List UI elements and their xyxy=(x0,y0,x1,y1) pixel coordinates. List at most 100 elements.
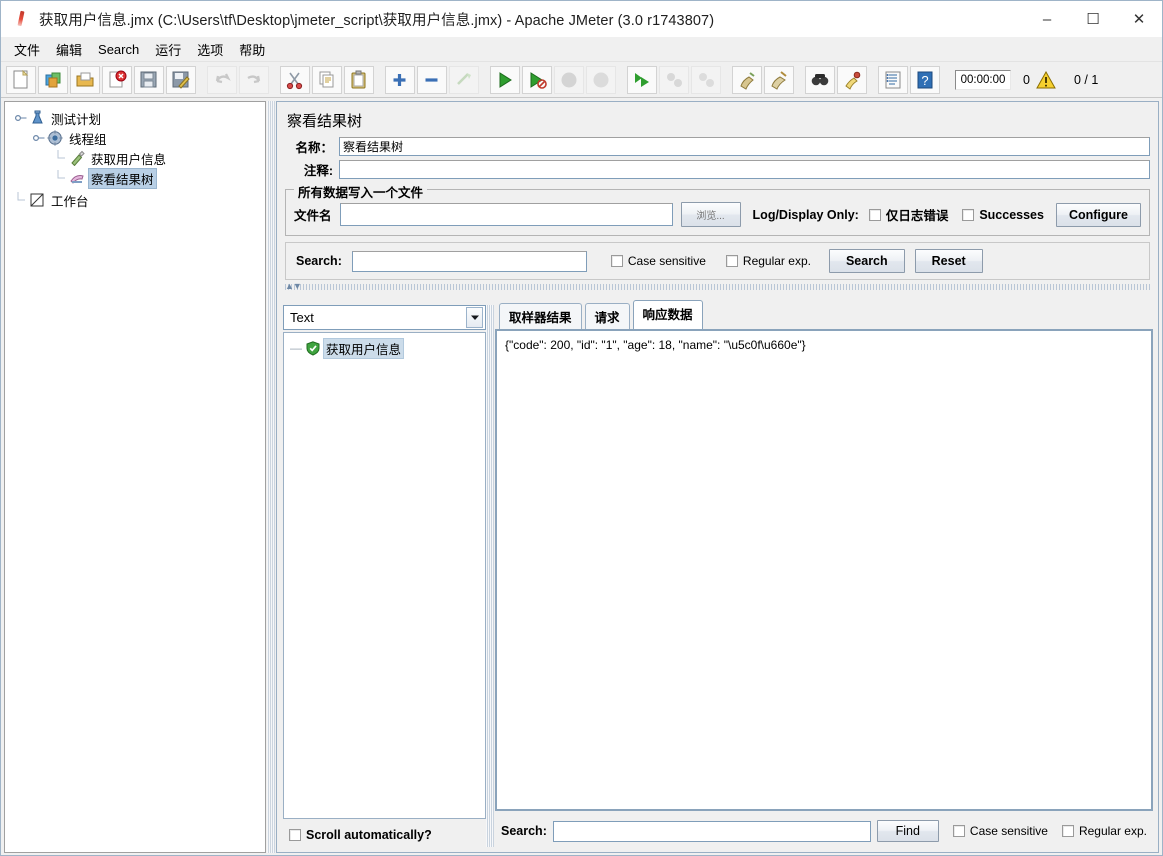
menu-file[interactable]: 文件 xyxy=(6,37,48,62)
results-search-bar: Search: Case sensitive Regular exp. Sear… xyxy=(285,242,1150,280)
tree-node-view-results-tree[interactable]: 察看结果树 xyxy=(11,167,265,189)
active-threads-count: 0 / 1 xyxy=(1073,72,1099,87)
function-helper-icon[interactable] xyxy=(878,65,908,94)
title-bar: 获取用户信息.jmx (C:\Users\tf\Desktop\jmeter_s… xyxy=(1,1,1162,37)
toggle-icon[interactable] xyxy=(449,65,479,94)
sampler-results-tree[interactable]: — 获取用户信息 xyxy=(283,332,486,819)
collapse-icon[interactable] xyxy=(417,65,447,94)
close-icon[interactable] xyxy=(102,65,132,94)
menu-run[interactable]: 运行 xyxy=(147,37,189,62)
chevron-down-icon[interactable] xyxy=(466,307,483,328)
results-vertical-splitter[interactable] xyxy=(486,305,494,847)
horizontal-splitter[interactable]: ▲▼ xyxy=(285,281,1150,291)
expand-icon[interactable] xyxy=(385,65,415,94)
filename-input[interactable] xyxy=(339,203,673,226)
cut-icon[interactable] xyxy=(280,65,310,94)
menu-help[interactable]: 帮助 xyxy=(231,37,273,62)
shutdown-icon[interactable] xyxy=(586,65,616,94)
test-plan-tree-panel[interactable]: 测试计划 线程组 获取用户信息 察看结果树 工作台 xyxy=(4,101,266,853)
tree-node-workbench[interactable]: 工作台 xyxy=(11,190,265,210)
warning-count: 0 xyxy=(1023,72,1030,87)
find-regex-checkbox[interactable] xyxy=(1061,825,1074,837)
search-icon[interactable] xyxy=(805,65,835,94)
menu-options[interactable]: 选项 xyxy=(189,37,231,62)
name-input[interactable] xyxy=(339,137,1150,156)
main-split: 测试计划 线程组 获取用户信息 察看结果树 工作台 察看结果树 名称： 察看结果… xyxy=(1,99,1162,855)
warning-triangle-icon[interactable] xyxy=(1036,70,1056,89)
open-icon[interactable] xyxy=(70,65,100,94)
renderer-select[interactable]: Text xyxy=(283,305,486,330)
clear-icon[interactable] xyxy=(732,65,762,94)
search-button[interactable]: Search xyxy=(828,249,905,273)
main-splitter[interactable] xyxy=(267,101,275,853)
clear-all-icon[interactable] xyxy=(764,65,794,94)
search-case-sensitive-checkbox[interactable] xyxy=(610,255,623,267)
scroll-automatically-checkbox[interactable] xyxy=(289,829,301,841)
browse-button[interactable]: 浏览... xyxy=(680,202,741,227)
search-case-sensitive-label: Case sensitive xyxy=(627,254,706,268)
write-results-groupbox: 所有数据写入一个文件 文件名 浏览... Log/Display Only: 仅… xyxy=(285,182,1150,236)
comment-input[interactable] xyxy=(339,160,1150,179)
tree-node-label: 测试计划 xyxy=(51,112,102,127)
find-button[interactable]: Find xyxy=(876,820,939,842)
tree-branch-icon xyxy=(57,170,65,179)
find-input[interactable] xyxy=(552,820,871,842)
comment-label: 注释: xyxy=(303,164,333,178)
find-case-sensitive-label: Case sensitive xyxy=(969,824,1048,838)
search-regex-checkbox[interactable] xyxy=(725,255,738,267)
minimize-button[interactable]: – xyxy=(1024,1,1070,37)
thread-group-icon xyxy=(47,130,63,146)
tree-node-thread-group[interactable]: 线程组 xyxy=(11,128,265,148)
reset-button[interactable]: Reset xyxy=(914,249,983,273)
templates-icon[interactable] xyxy=(38,65,68,94)
search-reset-icon[interactable] xyxy=(837,65,867,94)
success-shield-icon xyxy=(306,340,320,356)
search-regex-label: Regular exp. xyxy=(742,254,811,268)
view-results-tree-panel: 察看结果树 名称： 注释: 所有数据写入一个文件 文件名 浏览... Log/D… xyxy=(276,101,1159,853)
window-controls: – ☐ ✕ xyxy=(1024,1,1162,37)
search-input[interactable] xyxy=(351,250,587,272)
toolbar: ? 00:00:00 0 0 / 1 xyxy=(1,62,1162,98)
tree-node-http-request[interactable]: 获取用户信息 xyxy=(11,148,265,168)
find-regex-label: Regular exp. xyxy=(1078,824,1147,838)
workbench-icon xyxy=(30,193,44,207)
stop-icon[interactable] xyxy=(554,65,584,94)
test-plan-tree: 测试计划 线程组 获取用户信息 察看结果树 工作台 xyxy=(5,102,265,210)
tab-request[interactable]: 请求 xyxy=(584,303,630,330)
name-row: 名称： xyxy=(277,137,1158,158)
tree-node-label: 工作台 xyxy=(51,194,89,209)
window-title: 获取用户信息.jmx (C:\Users\tf\Desktop\jmeter_s… xyxy=(39,12,715,29)
tree-node-test-plan[interactable]: 测试计划 xyxy=(11,108,265,128)
successes-checkbox[interactable] xyxy=(962,208,975,221)
tab-response-data[interactable]: 响应数据 xyxy=(632,300,703,329)
tree-branch-icon: — xyxy=(290,341,302,355)
paste-icon[interactable] xyxy=(344,65,374,94)
response-data-view[interactable]: {"code": 200, "id": "1", "age": 18, "nam… xyxy=(495,329,1153,811)
configure-button[interactable]: Configure xyxy=(1055,202,1141,227)
shutdown-remote-icon[interactable] xyxy=(691,65,721,94)
copy-icon[interactable] xyxy=(312,65,342,94)
find-case-sensitive-checkbox[interactable] xyxy=(952,825,965,837)
close-button[interactable]: ✕ xyxy=(1116,1,1162,37)
undo-icon[interactable] xyxy=(207,65,237,94)
page-title: 察看结果树 xyxy=(277,102,1158,137)
tree-node-label: 获取用户信息 xyxy=(91,152,167,167)
start-no-pause-icon[interactable] xyxy=(522,65,552,94)
redo-icon[interactable] xyxy=(239,65,269,94)
save-icon[interactable] xyxy=(134,65,164,94)
start-icon[interactable] xyxy=(490,65,520,94)
tab-sampler-result[interactable]: 取样器结果 xyxy=(499,303,582,330)
save-as-icon[interactable] xyxy=(166,65,196,94)
start-remote-icon[interactable] xyxy=(627,65,657,94)
new-icon[interactable] xyxy=(6,65,36,94)
errors-only-checkbox[interactable] xyxy=(868,208,881,221)
menu-search[interactable]: Search xyxy=(90,39,147,60)
scroll-automatically-label: Scroll automatically? xyxy=(306,828,432,842)
maximize-button[interactable]: ☐ xyxy=(1070,1,1116,37)
menu-edit[interactable]: 编辑 xyxy=(48,37,90,62)
tree-branch-icon xyxy=(57,150,65,159)
help-icon[interactable]: ? xyxy=(910,65,940,94)
list-item[interactable]: — 获取用户信息 xyxy=(284,337,485,359)
stop-remote-icon[interactable] xyxy=(659,65,689,94)
scroll-automatically-row: Scroll automatically? xyxy=(283,823,486,847)
